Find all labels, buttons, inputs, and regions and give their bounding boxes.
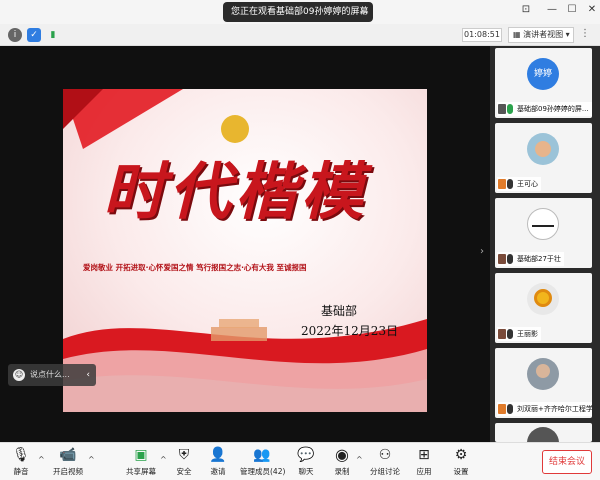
participant-tile[interactable] [495,423,592,442]
settings-button[interactable]: ⚙ 设置 [449,445,473,479]
chevron-left-icon[interactable]: ‹ [86,364,90,386]
info-icon[interactable]: i [8,28,22,42]
apps-icon: ⊞ [418,447,430,463]
avatar [527,358,559,390]
share-screen-button[interactable]: ▣ 共享屏幕 [123,445,159,479]
meeting-timer: 01:08:51 [462,28,502,42]
participant-tile[interactable]: 婷婷 基础部09孙婷婷的屏... [495,48,592,118]
microphone-icon [507,254,513,264]
title-bar: 您正在观看基础部09孙婷婷的屏幕 ⌄ ⊡ — ☐ ✕ [0,0,600,24]
record-icon: ◉ [335,445,349,464]
view-label: 演讲者视图 [523,30,564,39]
slide-title: 时代楷模 [103,155,368,228]
participant-tile[interactable]: 王可心 [495,123,592,193]
microphone-icon [507,179,513,189]
chat-icon: 💬 [297,447,315,463]
record-options-caret[interactable]: ^ [356,455,363,464]
chat-button[interactable]: 💬 聊天 [294,445,318,479]
view-grid-icon: ▦ [513,30,524,39]
share-options-caret[interactable]: ^ [160,455,167,464]
shared-screen-area: 时代楷模 爱岗敬业 开拓进取·心怀爱国之情 笃行报国之志·心有大我 至诚报国 基… [0,46,490,442]
members-icon: 👥 [253,447,271,463]
pin-window-icon[interactable]: ⊡ [518,4,534,15]
emoji-icon[interactable]: ☺ [13,369,25,381]
invite-button[interactable]: 👤 邀请 [206,445,230,479]
meeting-info-bar: i ✓ ▮ 01:08:51 ▦ 演讲者视图 ▾ ⋮ [0,24,600,46]
breakout-icon: ⚇ [378,447,392,463]
speaker-view-button[interactable]: ▦ 演讲者视图 ▾ [508,27,574,43]
video-options-caret[interactable]: ^ [88,455,95,464]
manage-members-button[interactable]: 👥 管理成员(42) [240,445,285,479]
participants-panel[interactable]: 婷婷 基础部09孙婷婷的屏... 王可心 基础部27于壮 王丽影 刘双丽+齐齐哈… [490,46,600,442]
settings-gear-icon: ⚙ [454,447,468,463]
start-video-button[interactable]: 📹 开启视频 [50,445,86,479]
participant-name: 刘双丽+齐齐哈尔工程学院 [497,402,592,416]
participant-name: 王丽影 [497,327,541,341]
avatar [527,208,559,240]
record-button[interactable]: ◉ 录制 [330,445,354,479]
share-screen-icon: ▣ [134,447,148,463]
maximize-button[interactable]: ☐ [564,4,580,15]
slide-background [63,89,427,412]
signal-icon[interactable]: ▮ [46,28,60,42]
view-caret-icon: ▾ [565,30,570,39]
more-options-icon[interactable]: ⋮ [580,28,590,39]
participant-tile[interactable]: 王丽影 [495,273,592,343]
microphone-icon [507,329,513,339]
participant-tile[interactable]: 刘双丽+齐齐哈尔工程学院 [495,348,592,418]
close-button[interactable]: ✕ [584,4,600,15]
participant-tile[interactable]: 基础部27于壮 [495,198,592,268]
video-camera-icon: 📹 [59,447,77,463]
participant-name: 基础部09孙婷婷的屏... [497,102,592,116]
presentation-slide: 时代楷模 爱岗敬业 开拓进取·心怀爱国之情 笃行报国之志·心有大我 至诚报国 基… [63,89,427,412]
avatar: 婷婷 [527,58,559,90]
apps-button[interactable]: ⊞ 应用 [412,445,436,479]
security-button[interactable]: ⛨ 安全 [172,445,196,479]
end-meeting-button[interactable]: 结束会议 [542,450,592,474]
participant-name: 基础部27于壮 [497,252,564,266]
slide-slogan: 爱岗敬业 开拓进取·心怀爱国之情 笃行报国之志·心有大我 至诚报国 [83,263,307,272]
shield-icon[interactable]: ✓ [27,28,41,42]
comment-input[interactable]: ☺ 说点什么... ‹ [8,364,96,386]
mute-button[interactable]: 🎙 静音 [6,445,36,479]
chevron-down-icon[interactable]: ⌄ [359,2,367,22]
microphone-icon [507,404,513,414]
participant-name: 王可心 [497,177,541,191]
slide-date: 2022年12月23日 [301,324,399,338]
meeting-toolbar: 🎙 静音 ^ 📹 开启视频 ^ ▣ 共享屏幕 ^ ⛨ 安全 👤 邀请 👥 管理成员(42) … [0,442,600,480]
window-title-text: 您正在观看基础部09孙婷婷的屏幕 [231,7,369,17]
security-shield-icon: ⛨ [178,447,190,463]
breakout-rooms-button[interactable]: ⚇ 分组讨论 [370,445,400,479]
minimize-button[interactable]: — [544,4,560,15]
chevron-right-icon[interactable]: › [480,246,484,257]
microphone-icon: 🎙 [12,447,30,463]
invite-icon: 👤 [209,447,227,463]
window-title[interactable]: 您正在观看基础部09孙婷婷的屏幕 ⌄ [223,2,373,22]
comment-placeholder: 说点什么... [30,370,70,379]
avatar [527,283,559,315]
microphone-icon [507,104,513,114]
avatar [527,133,559,165]
mute-options-caret[interactable]: ^ [38,455,45,464]
avatar [527,427,559,442]
slide-department: 基础部 [321,304,358,318]
